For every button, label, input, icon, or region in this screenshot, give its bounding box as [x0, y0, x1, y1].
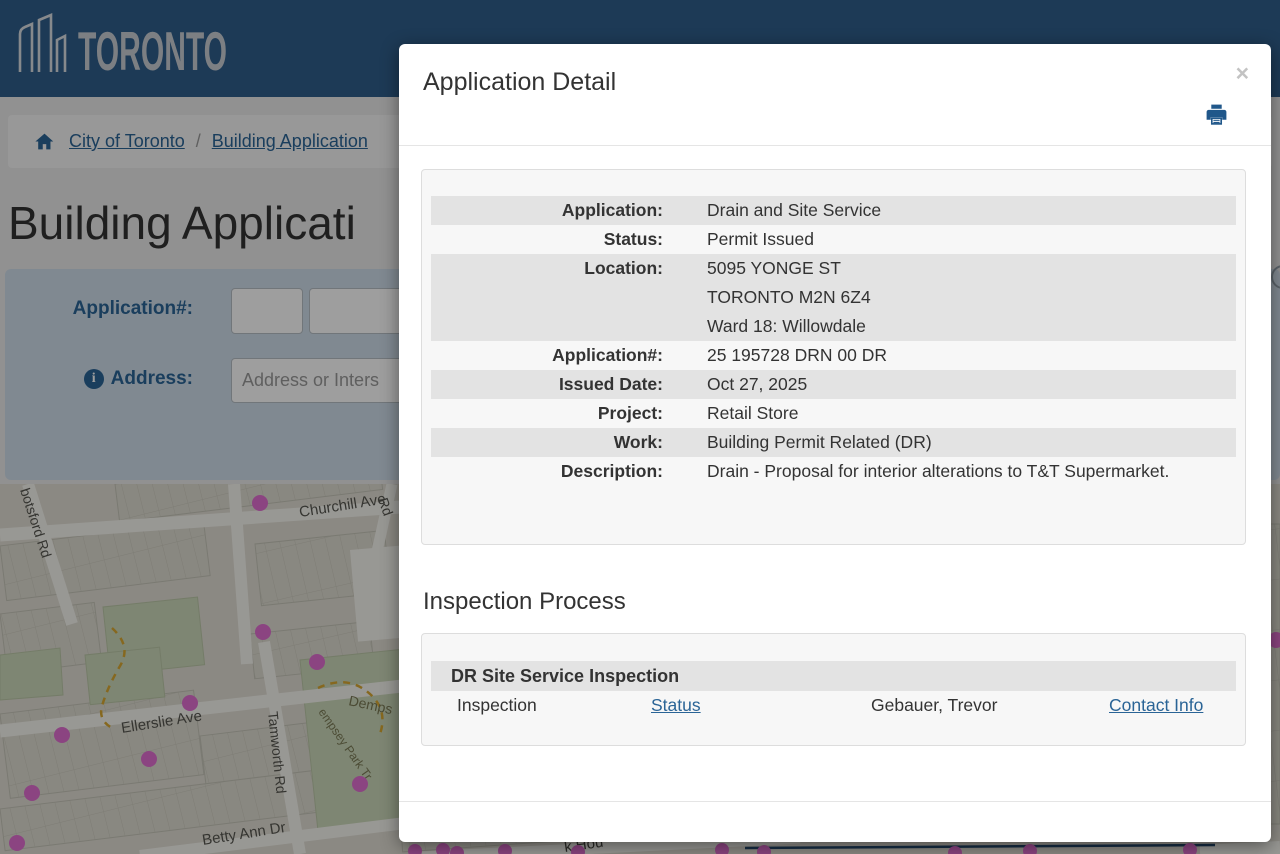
application-detail-panel: Application: Drain and Site Service Stat…	[421, 169, 1246, 545]
inspection-panel: DR Site Service Inspection Inspection St…	[421, 633, 1246, 746]
detail-row: Issued Date: Oct 27, 2025	[431, 370, 1236, 399]
inspection-row: Inspection Status Gebauer, Trevor Contac…	[431, 691, 1236, 720]
detail-row: Application: Drain and Site Service	[431, 196, 1236, 225]
modal-footer	[399, 801, 1271, 842]
inspection-process-heading: Inspection Process	[423, 588, 626, 615]
inspection-group-title: DR Site Service Inspection	[431, 661, 1236, 691]
status-link[interactable]: Status	[651, 695, 701, 715]
inspection-name: Inspection	[457, 695, 537, 715]
modal-title: Application Detail	[423, 68, 617, 96]
close-icon[interactable]: ×	[1236, 62, 1249, 85]
detail-row: Application#: 25 195728 DRN 00 DR	[552, 345, 887, 365]
contact-info-link[interactable]: Contact Info	[1109, 695, 1203, 715]
detail-row: Project: Retail Store	[597, 403, 799, 423]
detail-row: Description: Drain - Proposal for interi…	[560, 461, 1170, 481]
print-icon[interactable]	[1204, 102, 1229, 127]
detail-row: Location: 5095 YONGE ST TORONTO M2N 6Z4 …	[431, 254, 1236, 341]
modal-header: Application Detail ×	[399, 44, 1271, 146]
inspector-name: Gebauer, Trevor	[871, 695, 998, 715]
detail-row: Work: Building Permit Related (DR)	[431, 428, 1236, 457]
application-detail-modal: Application Detail × Application: Drain …	[399, 44, 1271, 842]
detail-row: Status: Permit Issued	[603, 229, 814, 249]
